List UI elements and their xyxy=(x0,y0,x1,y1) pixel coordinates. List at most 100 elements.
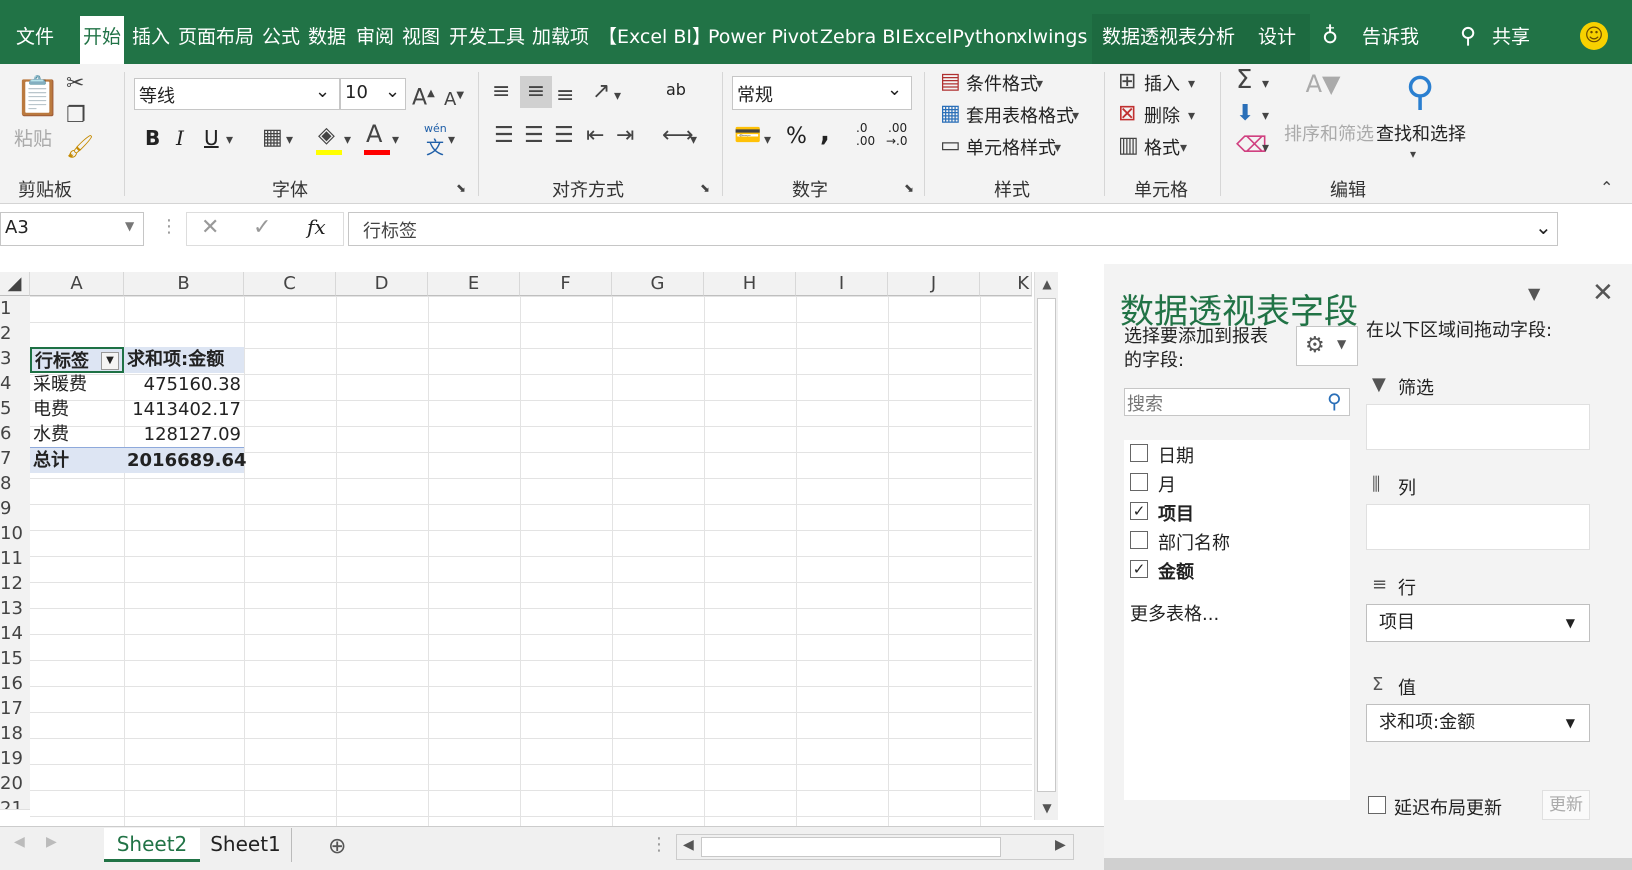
tab-excel-bi[interactable]: 【Excel BI】 xyxy=(598,22,711,52)
values-field-dropdown[interactable]: 求和项:金额 ▼ xyxy=(1366,704,1590,742)
row-header[interactable]: 12 xyxy=(0,571,30,597)
column-header[interactable]: C xyxy=(244,272,336,296)
pivot-row-value[interactable]: 1413402.17 xyxy=(124,397,244,423)
tab-formulas[interactable]: 公式 xyxy=(262,22,300,52)
dialog-launcher-icon[interactable]: ⬊ xyxy=(700,176,710,200)
align-top-icon[interactable]: ≡ xyxy=(492,80,510,104)
field-name[interactable]: 日期 xyxy=(1158,442,1194,468)
fill-color-icon[interactable]: ◈ xyxy=(318,124,335,148)
delete-cells-icon[interactable]: ⊠ xyxy=(1118,102,1136,126)
align-bottom-icon[interactable]: ≡ xyxy=(556,84,574,108)
row-header[interactable]: 14 xyxy=(0,621,30,647)
align-center-icon[interactable]: ☰ xyxy=(524,124,544,148)
vertical-scroll-thumb[interactable] xyxy=(1037,298,1056,792)
scroll-left-icon[interactable]: ◀ xyxy=(683,837,694,853)
chevron-down-icon[interactable]: ▾ xyxy=(1262,104,1269,128)
row-header[interactable]: 8 xyxy=(0,471,30,497)
filter-dropdown-icon[interactable]: ▼ xyxy=(101,352,119,370)
pivot-value-header[interactable]: 求和项:金额 xyxy=(124,347,244,373)
pane-options-chevron-icon[interactable]: ▼ xyxy=(1528,284,1540,303)
tab-view[interactable]: 视图 xyxy=(402,22,440,52)
field-checkbox[interactable] xyxy=(1130,473,1148,491)
column-header[interactable]: E xyxy=(428,272,520,296)
row-header[interactable]: 6 xyxy=(0,421,30,447)
italic-button[interactable]: I xyxy=(176,126,184,150)
cancel-icon[interactable]: ✕ xyxy=(201,215,219,240)
border-icon[interactable]: ▦ xyxy=(262,126,283,150)
decrease-font-icon[interactable]: A▼ xyxy=(444,84,464,112)
align-middle-icon[interactable]: ≡ xyxy=(520,76,552,108)
column-header[interactable]: D xyxy=(336,272,428,296)
row-header[interactable]: 11 xyxy=(0,546,30,572)
vertical-scrollbar[interactable]: ▲ ▼ xyxy=(1034,272,1058,820)
horizontal-scrollbar[interactable]: ◀ ▶ xyxy=(676,834,1074,860)
row-header[interactable]: 21 xyxy=(0,796,30,810)
format-cells-icon[interactable]: ▥ xyxy=(1118,134,1139,158)
pivot-row-value[interactable]: 475160.38 xyxy=(124,372,244,398)
number-format-combo[interactable]: 常规 ⌄ xyxy=(732,76,912,110)
row-header[interactable]: 13 xyxy=(0,596,30,622)
column-header[interactable]: G xyxy=(612,272,704,296)
sort-filter-icon[interactable]: A▼ xyxy=(1300,72,1346,96)
row-header[interactable]: 5 xyxy=(0,396,30,422)
chevron-down-icon[interactable]: ▾ xyxy=(1054,136,1061,160)
tab-review[interactable]: 审阅 xyxy=(356,22,394,52)
field-name[interactable]: 月 xyxy=(1158,471,1176,497)
chevron-down-icon[interactable]: ⌄ xyxy=(385,81,400,102)
chevron-down-icon[interactable]: ⌄ xyxy=(315,81,330,102)
close-icon[interactable]: ✕ xyxy=(1592,278,1614,308)
chevron-down-icon[interactable]: ▾ xyxy=(764,128,771,152)
cell-styles-button[interactable]: 单元格样式 xyxy=(966,134,1056,160)
row-header[interactable]: 4 xyxy=(0,371,30,397)
formula-input[interactable]: 行标签 ⌄ xyxy=(348,212,1558,246)
tab-xlwings[interactable]: xlwings xyxy=(1016,22,1087,52)
chevron-down-icon[interactable]: ▾ xyxy=(344,128,351,152)
more-tables-link[interactable]: 更多表格... xyxy=(1130,600,1219,626)
copy-icon[interactable]: ❐ xyxy=(66,104,86,128)
insert-cells-icon[interactable]: ⊞ xyxy=(1118,70,1136,94)
row-header[interactable]: 19 xyxy=(0,746,30,772)
underline-button[interactable]: U xyxy=(204,126,219,150)
chevron-down-icon[interactable]: ▼ xyxy=(1566,705,1575,741)
column-header[interactable]: J xyxy=(888,272,980,296)
align-left-icon[interactable]: ☰ xyxy=(494,124,514,148)
pivot-row-label-header[interactable]: 行标签 ▼ xyxy=(30,347,124,373)
font-size-combo[interactable]: 10 ⌄ xyxy=(340,78,406,110)
tab-zebra-bi[interactable]: Zebra BI xyxy=(820,22,901,52)
defer-update-checkbox[interactable] xyxy=(1368,796,1386,814)
tab-insert[interactable]: 插入 xyxy=(132,22,170,52)
cut-icon[interactable]: ✂ xyxy=(66,72,84,96)
increase-font-icon[interactable]: A▲ xyxy=(412,82,435,110)
row-header[interactable]: 7 xyxy=(0,446,30,472)
orientation-icon[interactable]: ↗ xyxy=(592,80,610,104)
sheet-tab-sheet1[interactable]: Sheet1 xyxy=(200,828,292,862)
next-sheet-icon[interactable]: ▶ xyxy=(46,834,57,850)
filter-drop-area[interactable] xyxy=(1366,404,1590,450)
pivot-row-label[interactable]: 采暖费 xyxy=(30,372,124,398)
tell-me-search[interactable]: 告诉我 xyxy=(1362,22,1419,52)
increase-indent-icon[interactable]: ⇥ xyxy=(616,124,634,148)
prev-sheet-icon[interactable]: ◀ xyxy=(14,834,25,850)
delete-cells-button[interactable]: 删除 xyxy=(1144,102,1180,128)
tab-data[interactable]: 数据 xyxy=(308,22,346,52)
format-painter-icon[interactable]: 🖌 xyxy=(66,136,94,160)
pivot-row-label[interactable]: 电费 xyxy=(30,397,124,423)
field-checkbox-checked[interactable]: ✓ xyxy=(1130,560,1148,578)
decrease-decimal-button-2[interactable]: →.0 xyxy=(886,135,908,148)
paste-button[interactable]: 粘贴 xyxy=(14,124,52,151)
insert-function-button[interactable]: fx xyxy=(307,215,326,239)
expand-formula-icon[interactable]: ⌄ xyxy=(1535,215,1552,239)
tab-excelpython[interactable]: ExcelPython xyxy=(902,22,1018,52)
share-button[interactable]: 共享 xyxy=(1492,22,1530,52)
row-header[interactable]: 18 xyxy=(0,721,30,747)
column-header[interactable]: I xyxy=(796,272,888,296)
chevron-down-icon[interactable]: ▾ xyxy=(1262,136,1269,160)
select-all-corner[interactable]: ◢ xyxy=(0,272,30,296)
row-header[interactable]: 2 xyxy=(0,321,30,347)
field-name[interactable]: 金额 xyxy=(1158,558,1194,584)
scroll-right-icon[interactable]: ▶ xyxy=(1055,837,1066,853)
update-button[interactable]: 更新 xyxy=(1542,790,1590,820)
percent-style-button[interactable]: % xyxy=(786,124,807,149)
wrap-text-button[interactable]: ab xyxy=(666,80,686,99)
align-right-icon[interactable]: ☰ xyxy=(554,124,574,148)
